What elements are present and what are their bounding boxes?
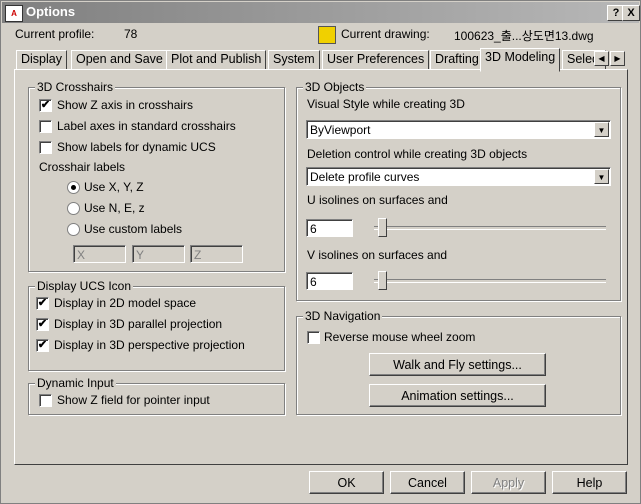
help-button[interactable]: Help bbox=[552, 471, 627, 494]
ucs-parallel-label: Display in 3D parallel projection bbox=[54, 317, 223, 331]
3d-objects-title: 3D Objects bbox=[303, 80, 367, 94]
deletion-control-label: Deletion control while creating 3D objec… bbox=[307, 147, 528, 161]
tab-3d-modeling[interactable]: 3D Modeling bbox=[480, 48, 561, 72]
label-axes-label: Label axes in standard crosshairs bbox=[57, 119, 236, 133]
u-isolines-slider[interactable] bbox=[378, 218, 387, 237]
3d-navigation-title: 3D Navigation bbox=[303, 309, 383, 323]
tab-user-preferences[interactable]: User Preferences bbox=[322, 50, 430, 70]
check-icon: ✔ bbox=[37, 339, 48, 351]
ucs-2d-checkbox[interactable]: ✔ bbox=[36, 297, 49, 310]
use-custom-label: Use custom labels bbox=[84, 222, 183, 236]
use-nez-radio[interactable] bbox=[67, 202, 80, 215]
u-isolines-field[interactable]: 6 bbox=[306, 219, 353, 237]
ucs-perspective-label: Display in 3D perspective projection bbox=[54, 338, 245, 352]
ucs-2d-label: Display in 2D model space bbox=[54, 296, 197, 310]
chevron-down-icon[interactable]: ▼ bbox=[594, 169, 609, 184]
apply-button[interactable]: Apply bbox=[471, 471, 546, 494]
deletion-control-value: Delete profile curves bbox=[310, 170, 420, 184]
animation-settings-button[interactable]: Animation settings... bbox=[369, 384, 546, 407]
crosshair-labels-title: Crosshair labels bbox=[39, 160, 126, 174]
show-z-field-checkbox[interactable] bbox=[39, 394, 52, 407]
profile-value: 78 bbox=[124, 27, 138, 41]
dynamic-ucs-labels-checkbox[interactable] bbox=[39, 141, 52, 154]
label-axes-checkbox[interactable] bbox=[39, 120, 52, 133]
chevron-down-icon[interactable]: ▼ bbox=[594, 122, 609, 137]
use-custom-radio[interactable] bbox=[67, 223, 80, 236]
tab-system[interactable]: System bbox=[268, 50, 320, 70]
drawing-icon bbox=[318, 26, 336, 44]
dynamic-ucs-labels-label: Show labels for dynamic UCS bbox=[57, 140, 216, 154]
check-icon: ✔ bbox=[37, 318, 48, 330]
custom-y-field[interactable]: Y bbox=[132, 245, 185, 263]
reverse-wheel-checkbox[interactable] bbox=[307, 331, 320, 344]
tab-plot-publish[interactable]: Plot and Publish bbox=[166, 50, 267, 70]
u-isolines-slider-track bbox=[374, 226, 606, 230]
crosshairs-title: 3D Crosshairs bbox=[35, 80, 116, 94]
cancel-button[interactable]: Cancel bbox=[390, 471, 465, 494]
tab-open-save[interactable]: Open and Save bbox=[71, 50, 168, 70]
check-icon: ✔ bbox=[40, 99, 51, 111]
profile-label: Current profile: bbox=[15, 27, 95, 41]
ok-button[interactable]: OK bbox=[309, 471, 384, 494]
show-z-checkbox[interactable]: ✔ bbox=[39, 99, 52, 112]
v-isolines-slider-track bbox=[374, 279, 606, 283]
use-xyz-radio[interactable] bbox=[67, 181, 80, 194]
u-isolines-label: U isolines on surfaces and meshes bbox=[307, 193, 448, 207]
app-icon: A bbox=[5, 5, 23, 22]
tab-display[interactable]: Display bbox=[16, 50, 67, 70]
close-button[interactable]: X bbox=[622, 5, 640, 21]
ucs-parallel-checkbox[interactable]: ✔ bbox=[36, 318, 49, 331]
visual-style-value: ByViewport bbox=[310, 123, 371, 137]
window-title: Options bbox=[26, 4, 76, 19]
visual-style-label: Visual Style while creating 3D objects bbox=[307, 97, 465, 111]
drawing-label: Current drawing: bbox=[341, 27, 430, 41]
show-z-field-label: Show Z field for pointer input bbox=[57, 393, 210, 407]
tab-strip: Display Open and Save Plot and Publish S… bbox=[14, 48, 626, 72]
check-icon: ✔ bbox=[37, 297, 48, 309]
custom-x-field[interactable]: X bbox=[73, 245, 126, 263]
custom-z-field[interactable]: Z bbox=[190, 245, 243, 263]
deletion-control-select[interactable]: Delete profile curves ▼ bbox=[306, 167, 611, 186]
show-z-label: Show Z axis in crosshairs bbox=[57, 98, 194, 112]
v-isolines-slider[interactable] bbox=[378, 271, 387, 290]
tab-scroll-left-icon[interactable]: ◀ bbox=[594, 51, 609, 66]
tab-drafting[interactable]: Drafting bbox=[430, 50, 484, 70]
dynamic-input-title: Dynamic Input bbox=[35, 376, 116, 390]
use-nez-label: Use N, E, z bbox=[84, 201, 145, 215]
drawing-value: 100623_출...상도면13.dwg bbox=[454, 29, 594, 43]
v-isolines-field[interactable]: 6 bbox=[306, 272, 353, 290]
walk-fly-settings-button[interactable]: Walk and Fly settings... bbox=[369, 353, 546, 376]
reverse-wheel-label: Reverse mouse wheel zoom bbox=[324, 330, 476, 344]
use-xyz-label: Use X, Y, Z bbox=[84, 180, 144, 194]
title-bar: A Options ? X bbox=[2, 2, 640, 23]
tab-scroll-right-icon[interactable]: ▶ bbox=[610, 51, 625, 66]
visual-style-select[interactable]: ByViewport ▼ bbox=[306, 120, 611, 139]
ucs-perspective-checkbox[interactable]: ✔ bbox=[36, 339, 49, 352]
v-isolines-label: V isolines on surfaces and meshes bbox=[307, 248, 448, 262]
ucs-icon-title: Display UCS Icon bbox=[35, 279, 134, 293]
